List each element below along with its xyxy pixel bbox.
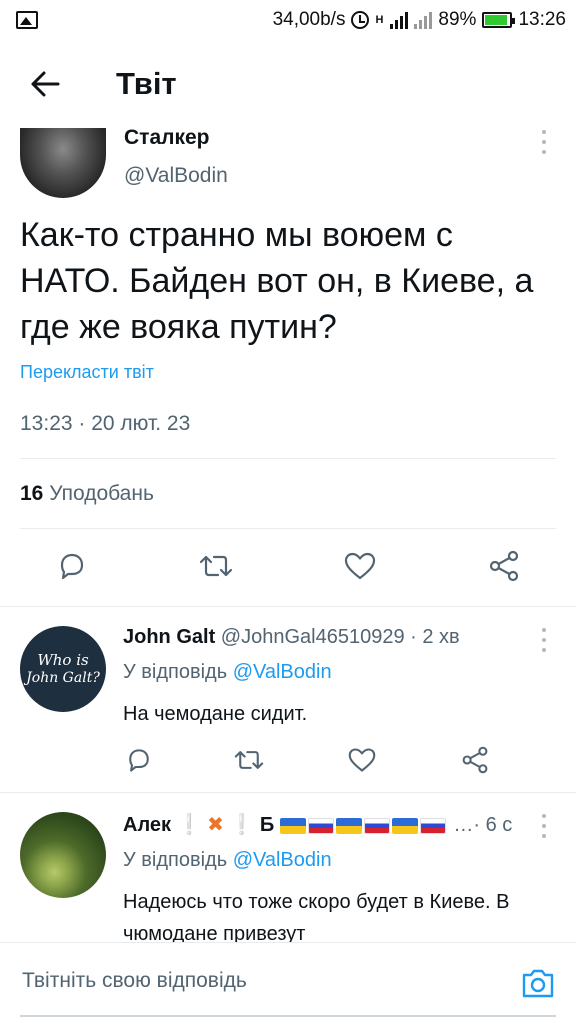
- avatar[interactable]: [20, 128, 106, 198]
- arrow-left-icon: [31, 71, 60, 97]
- retweet-icon[interactable]: [198, 550, 234, 582]
- more-vertical-icon[interactable]: [540, 130, 548, 154]
- signal-icon: [390, 11, 409, 29]
- author-name[interactable]: John Galt: [123, 626, 215, 648]
- divider: [20, 528, 556, 529]
- ukraine-flag-icon: [335, 817, 362, 834]
- more-vertical-icon[interactable]: [540, 628, 548, 652]
- image-notification-icon: [16, 11, 38, 29]
- exclamation-emoji-icon: ❕: [176, 814, 202, 836]
- reply-to: У відповідь @ValBodin: [123, 661, 332, 684]
- share-icon[interactable]: [461, 746, 489, 774]
- avatar[interactable]: [20, 812, 106, 898]
- ukraine-flag-icon: [391, 817, 418, 834]
- signal-icon-secondary: [414, 11, 433, 29]
- author-meta: …· 6 с: [453, 814, 513, 836]
- page-title: Твіт: [116, 66, 177, 101]
- share-icon[interactable]: [488, 550, 520, 582]
- reply-header: John Galt @JohnGal46510929 · 2 хв: [123, 626, 460, 649]
- likes-label: Уподобань: [49, 482, 154, 505]
- alarm-icon: [351, 11, 370, 29]
- battery-percent: 89%: [438, 9, 477, 30]
- network-type: H: [375, 14, 384, 26]
- divider: [20, 458, 556, 459]
- mention-link[interactable]: @ValBodin: [233, 849, 332, 871]
- clock: 13:26: [518, 9, 566, 30]
- reply-header: Алек ❕ ✖ ❕ Б …· 6 с: [123, 812, 512, 837]
- back-button[interactable]: [0, 40, 90, 128]
- author-name-text: Б: [259, 814, 275, 836]
- network-speed: 34,00b/s: [272, 9, 346, 30]
- author-handle[interactable]: @ValBodin: [124, 164, 228, 188]
- ukraine-flag-icon: [279, 817, 306, 834]
- reply-icon[interactable]: [56, 550, 88, 582]
- avatar[interactable]: Who is John Galt?: [20, 626, 106, 712]
- mention-link[interactable]: @ValBodin: [233, 661, 332, 683]
- battery-icon: [482, 12, 516, 28]
- tweet-text: Как-то странно мы воюем с НАТО. Байден в…: [20, 216, 534, 346]
- battery-fill: [485, 15, 507, 25]
- retweet-icon[interactable]: [233, 746, 265, 774]
- more-vertical-icon[interactable]: [540, 814, 548, 838]
- reply-composer: Твітніть свою відповідь: [0, 942, 576, 1024]
- input-underline: [20, 1015, 556, 1017]
- reply-actions: [123, 746, 503, 776]
- author-name-text: Алек: [123, 814, 172, 836]
- app-header: Твіт: [0, 40, 576, 128]
- reply-to: У відповідь @ValBodin: [123, 849, 332, 872]
- tweet-timestamp: 13:23 · 20 лют. 23: [20, 412, 191, 435]
- cross-emoji-icon: ✖: [207, 814, 224, 836]
- likes-count[interactable]: 16 Уподобань: [20, 482, 154, 506]
- avatar-text: Who is: [37, 651, 89, 669]
- reply-to-label: У відповідь: [123, 661, 228, 683]
- divider: [0, 606, 576, 607]
- exclamation-emoji-icon: ❕: [229, 814, 255, 836]
- author-name[interactable]: Сталкер: [124, 126, 210, 150]
- reply-text: На чемодане сидит.: [123, 703, 308, 725]
- heart-icon[interactable]: [347, 746, 377, 774]
- reply-to-label: У відповідь: [123, 849, 228, 871]
- russia-flag-icon: [363, 817, 390, 834]
- heart-icon[interactable]: [343, 550, 377, 582]
- tweet-actions: [20, 548, 556, 588]
- divider: [0, 792, 576, 793]
- reply-input[interactable]: Твітніть свою відповідь: [22, 969, 247, 993]
- russia-flag-icon: [307, 817, 334, 834]
- camera-icon[interactable]: [520, 965, 556, 1001]
- russia-flag-icon: [419, 817, 446, 834]
- likes-number: 16: [20, 482, 44, 505]
- author-name[interactable]: Алек ❕ ✖ ❕ Б: [123, 814, 453, 836]
- avatar-text: John Galt?: [26, 670, 100, 686]
- reply-text: Надеюсь что тоже скоро будет в Киеве. В …: [123, 891, 510, 945]
- author-meta: @JohnGal46510929 · 2 хв: [220, 626, 460, 648]
- translate-link[interactable]: Перекласти твіт: [20, 362, 154, 383]
- reply-icon[interactable]: [125, 746, 153, 774]
- status-bar: 34,00b/s H 89% 13:26: [0, 0, 576, 40]
